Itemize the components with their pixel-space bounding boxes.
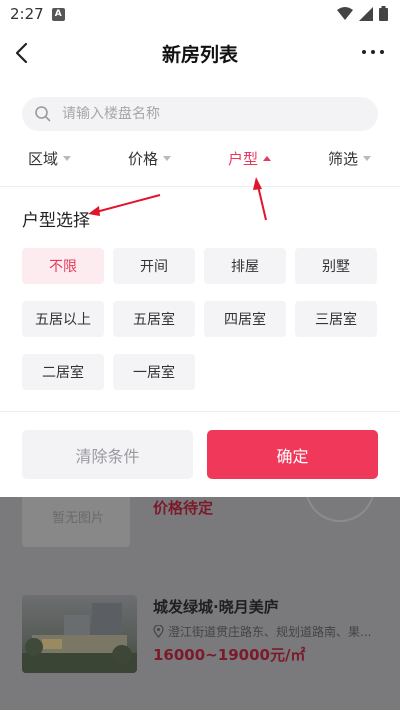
filter-tabs: 区域 价格 户型 筛选 xyxy=(0,140,400,180)
listing-badge: D D xyxy=(305,497,375,522)
search-input[interactable] xyxy=(62,106,342,122)
page-title: 新房列表 xyxy=(161,43,238,66)
caret-down-icon xyxy=(363,156,372,161)
dot-icon xyxy=(380,50,384,54)
caret-down-icon xyxy=(163,156,172,161)
option-two-room[interactable]: 二居室 xyxy=(22,354,104,390)
status-bar: 2:27 A xyxy=(0,0,400,28)
caret-up-icon xyxy=(263,156,272,161)
option-villa[interactable]: 别墅 xyxy=(295,248,377,284)
notification-icon: A xyxy=(51,7,65,21)
listing-price: 价格待定 xyxy=(153,499,214,517)
status-icons xyxy=(337,6,388,21)
tab-label: 筛选 xyxy=(328,150,359,168)
option-three-room[interactable]: 三居室 xyxy=(295,301,377,337)
option-studio[interactable]: 开间 xyxy=(113,248,195,284)
more-options-button[interactable] xyxy=(358,42,388,62)
option-four-room[interactable]: 四居室 xyxy=(204,301,286,337)
arrow-to-layout-tab xyxy=(253,177,267,221)
dot-icon xyxy=(362,50,366,54)
listing-image-placeholder: 暂无图片 xyxy=(22,497,130,547)
option-five-plus[interactable]: 五居以上 xyxy=(22,301,104,337)
tab-label: 价格 xyxy=(128,150,159,168)
search-icon xyxy=(35,106,51,122)
app-header: 新房列表 xyxy=(0,28,400,78)
divider xyxy=(0,186,400,187)
address-text: 澄江街道贯庄路东、规划道路南、果... xyxy=(168,625,372,639)
option-unlimited[interactable]: 不限 xyxy=(22,248,104,284)
dimmed-overlay[interactable]: 暂无图片 价格待定 D D 城发绿城·晓月美庐 澄江街道贯庄路东、规划道路南、果… xyxy=(0,497,400,710)
option-five-room[interactable]: 五居室 xyxy=(113,301,195,337)
arrow-to-panel-title xyxy=(88,194,161,216)
tab-filter[interactable]: 筛选 xyxy=(328,148,372,169)
confirm-button[interactable]: 确定 xyxy=(207,430,378,479)
panel-title: 户型选择 xyxy=(22,211,90,231)
listing-address: 澄江街道贯庄路东、规划道路南、果... xyxy=(153,623,381,640)
clear-button[interactable]: 清除条件 xyxy=(22,430,193,479)
option-one-room[interactable]: 一居室 xyxy=(113,354,195,390)
listing-price: 16000~19000元/㎡ xyxy=(153,646,306,664)
status-time: 2:27 xyxy=(10,5,44,23)
tab-layout[interactable]: 户型 xyxy=(228,148,272,169)
signal-icon xyxy=(359,6,373,21)
no-image-label: 暂无图片 xyxy=(52,511,105,526)
search-bar[interactable] xyxy=(22,97,378,131)
dot-icon xyxy=(371,50,375,54)
listing-image xyxy=(22,595,137,673)
tab-label: 户型 xyxy=(228,150,259,168)
caret-down-icon xyxy=(63,156,72,161)
location-pin-icon xyxy=(153,625,164,638)
option-townhouse[interactable]: 排屋 xyxy=(204,248,286,284)
listing-name: 城发绿城·晓月美庐 xyxy=(153,598,279,616)
tab-price[interactable]: 价格 xyxy=(128,148,172,169)
tab-label: 区域 xyxy=(28,150,59,168)
tab-district[interactable]: 区域 xyxy=(28,148,72,169)
divider xyxy=(0,411,400,412)
battery-icon xyxy=(379,6,388,21)
wifi-icon xyxy=(337,6,353,20)
building-photo xyxy=(22,603,137,673)
back-button[interactable] xyxy=(10,40,36,66)
